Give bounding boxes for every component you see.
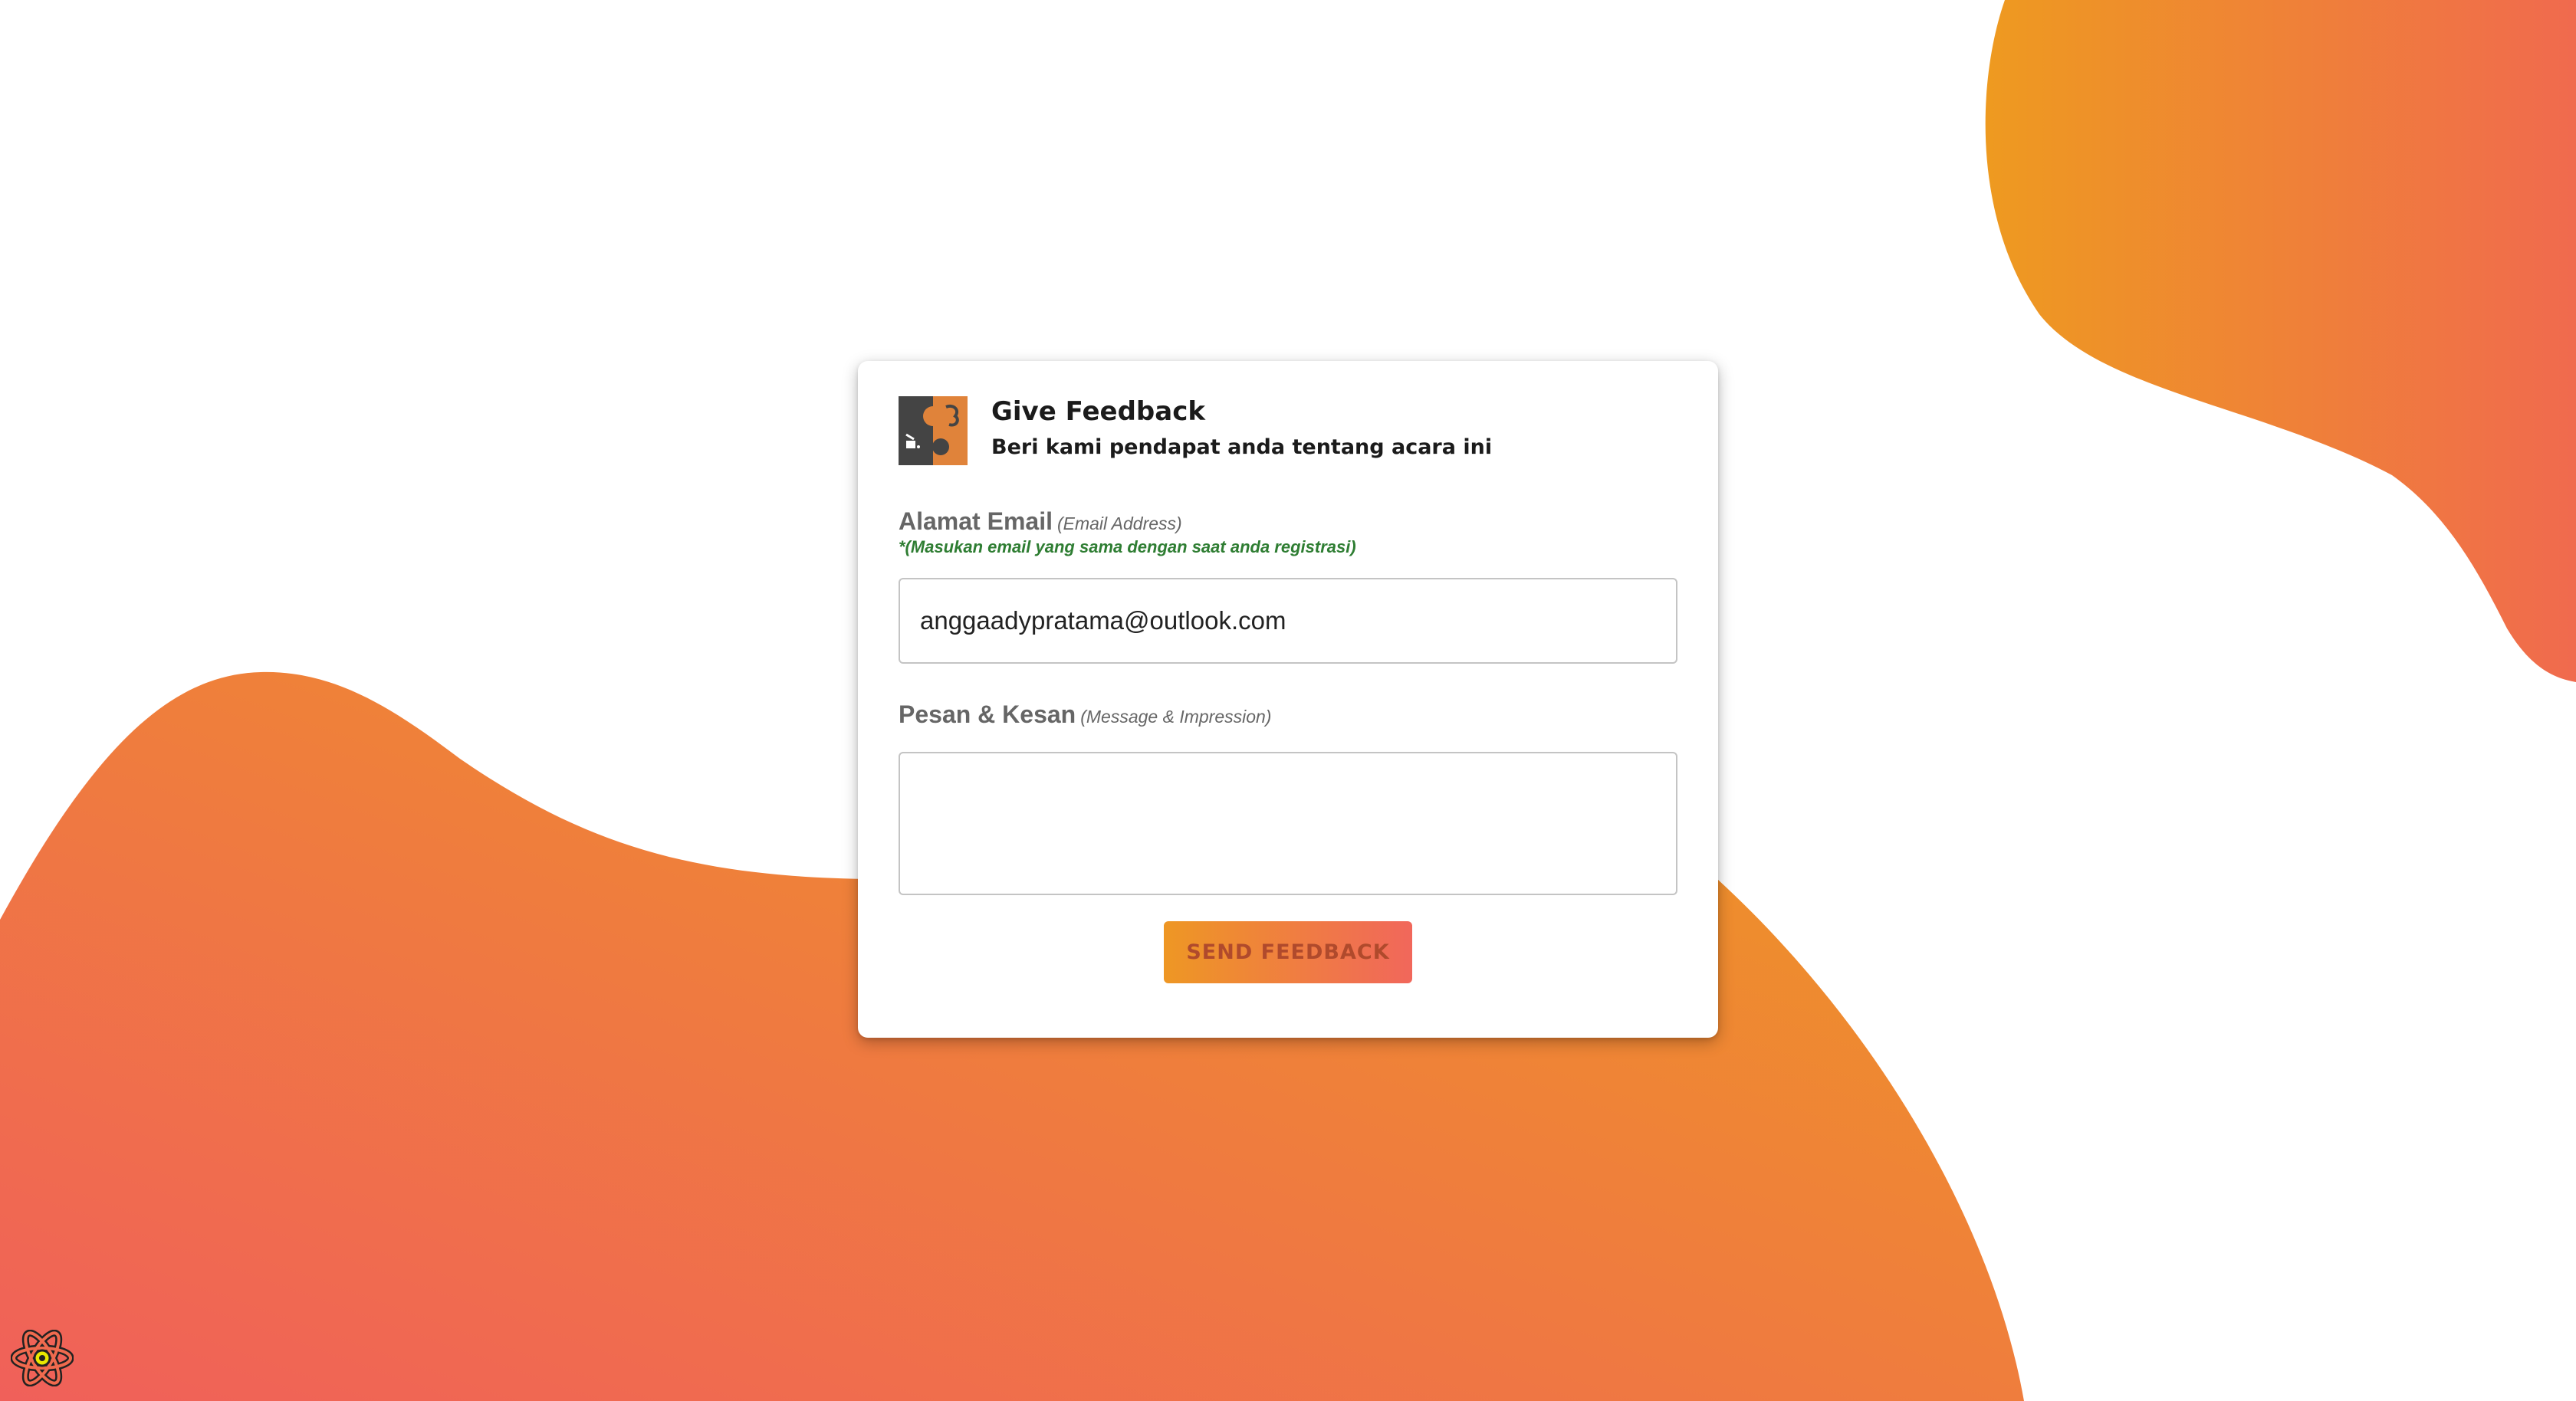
email-label: Alamat Email (Email Address) — [899, 507, 1182, 536]
email-note: *(Masukan email yang sama dengan saat an… — [899, 537, 1356, 556]
message-label-text: Pesan & Kesan — [899, 700, 1076, 728]
email-label-text: Alamat Email — [899, 507, 1053, 535]
email-field[interactable] — [899, 578, 1677, 664]
event-logo-icon — [899, 396, 968, 465]
message-field[interactable] — [899, 752, 1677, 895]
react-icon[interactable] — [11, 1330, 74, 1386]
card-title: Give Feedback — [991, 396, 1205, 427]
top-right-blob — [1985, 0, 2576, 682]
email-label-hint: (Email Address) — [1056, 513, 1182, 533]
feedback-card: Give Feedback Beri kami pendapat anda te… — [858, 361, 1718, 1038]
message-label: Pesan & Kesan (Message & Impression) — [899, 700, 1271, 729]
send-feedback-button[interactable]: SEND FEEDBACK — [1164, 921, 1412, 983]
card-subtitle: Beri kami pendapat anda tentang acara in… — [991, 435, 1493, 459]
message-label-hint: (Message & Impression) — [1080, 707, 1272, 727]
